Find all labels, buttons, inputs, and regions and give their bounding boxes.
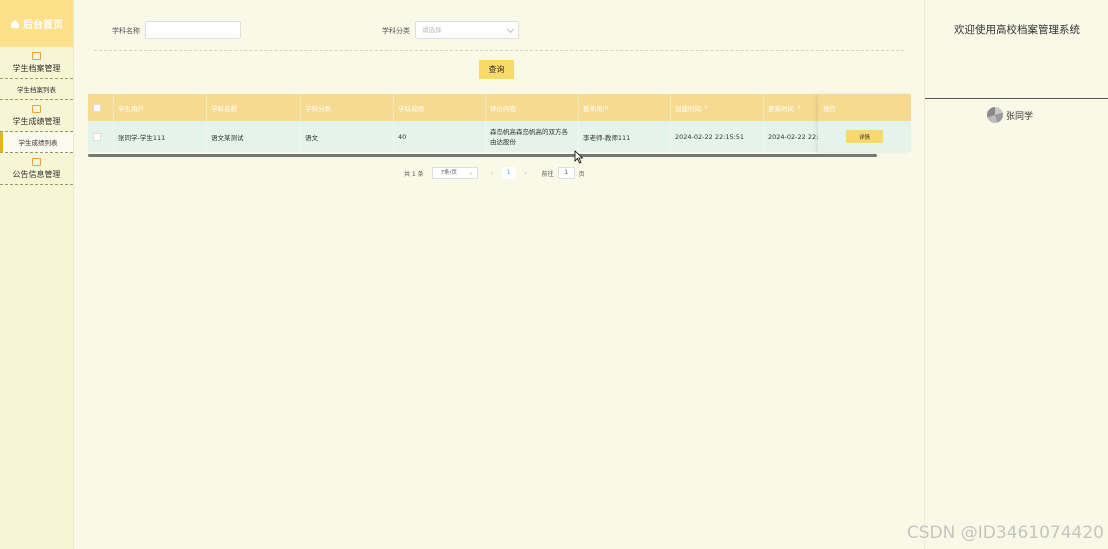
sort-icon[interactable]: ⇕ xyxy=(704,105,708,111)
action-column: 操作 详情 xyxy=(818,94,911,152)
pagination: 共 1 条 7条/页 ⌄ ‹ 1 › 前往 1 页 xyxy=(404,166,585,180)
chevron-down-icon xyxy=(506,25,515,34)
col-subject-type: 学科分类 xyxy=(300,94,393,121)
goto-page-input[interactable]: 1 xyxy=(557,167,575,179)
cell-comment: 森岛帆高森岛帆高的双方各 由达股份 xyxy=(485,121,578,152)
sidebar-item-archive-list[interactable]: 学生档案列表 xyxy=(0,79,73,100)
col-action: 操作 xyxy=(818,94,911,121)
subject-name-label: 学科名称 xyxy=(112,27,140,35)
data-table: 学生用户 学科名称 学科分类 学科成绩 评价内容 教师用户 创建时间 ⇕ 更新时间… xyxy=(88,94,911,157)
right-panel: 欢迎使用高校档案管理系统 张同学 xyxy=(924,0,1108,549)
filter-row: 学科名称 学科分类 请选择 xyxy=(74,20,924,40)
subject-type-placeholder: 请选择 xyxy=(422,26,442,34)
cursor-icon xyxy=(574,150,584,164)
divider xyxy=(925,98,1108,99)
sidebar-home[interactable]: 后台首页 xyxy=(0,0,73,47)
welcome-text: 欢迎使用高校档案管理系统 xyxy=(954,24,1080,36)
folder-icon xyxy=(32,105,41,113)
subject-type-label: 学科分类 xyxy=(382,27,410,35)
next-page-icon[interactable]: › xyxy=(520,169,532,177)
prev-page-icon[interactable]: ‹ xyxy=(486,169,498,177)
folder-icon xyxy=(32,52,41,60)
page-number[interactable]: 1 xyxy=(501,167,516,179)
detail-button[interactable]: 详情 xyxy=(846,130,883,143)
sidebar-group-student-archive[interactable]: 学生档案管理 xyxy=(0,47,73,79)
col-created-label: 创建时间 xyxy=(675,104,701,113)
sidebar-item-score-list[interactable]: 学生成绩列表 xyxy=(0,132,73,153)
table-row[interactable]: 张同学-学生111 语文某测试 语文 40 森岛帆高森岛帆高的双方各 由达股份 … xyxy=(88,121,911,152)
pagination-total: 共 1 条 xyxy=(404,170,424,178)
sort-icon[interactable]: ⇕ xyxy=(797,105,801,111)
sidebar-group-label: 学生档案管理 xyxy=(12,64,61,73)
cell-teacher: 李老师-教师111 xyxy=(578,121,670,152)
col-subject-name: 学科名称 xyxy=(206,94,300,121)
cell-score: 40 xyxy=(393,121,485,152)
query-button[interactable]: 查询 xyxy=(479,60,514,79)
table-header: 学生用户 学科名称 学科分类 学科成绩 评价内容 教师用户 创建时间 ⇕ 更新时间… xyxy=(88,94,911,121)
cell-subject-type: 语文 xyxy=(300,121,393,152)
watermark: CSDN @ID3461074420 xyxy=(906,523,1104,543)
user-info[interactable]: 张同学 xyxy=(987,107,1033,123)
col-teacher: 教师用户 xyxy=(578,94,670,121)
sidebar-group-score[interactable]: 学生成绩管理 xyxy=(0,100,73,132)
col-score: 学科成绩 xyxy=(393,94,485,121)
cell-created: 2024-02-22 22:15:51 xyxy=(670,121,763,152)
select-all-checkbox-cell[interactable] xyxy=(88,94,113,121)
col-student: 学生用户 xyxy=(113,94,206,121)
subject-type-select[interactable]: 请选择 xyxy=(415,21,519,39)
user-name: 张同学 xyxy=(1006,111,1034,122)
action-cell: 详情 xyxy=(818,121,911,152)
sidebar: 后台首页 学生档案管理 学生档案列表 学生成绩管理 学生成绩列表 公告信息管理 xyxy=(0,0,74,549)
sidebar-group-label: 公告信息管理 xyxy=(12,170,61,179)
row-checkbox-cell[interactable] xyxy=(88,121,113,152)
home-icon xyxy=(11,19,19,28)
col-comment: 评价内容 xyxy=(485,94,578,121)
subject-name-input[interactable] xyxy=(145,21,241,39)
main-content: 学科名称 学科分类 请选择 查询 学生用户 学科名称 学科分类 学科成绩 评价内… xyxy=(74,0,924,549)
row-checkbox[interactable] xyxy=(93,132,101,141)
col-created[interactable]: 创建时间 ⇕ xyxy=(670,94,763,121)
horizontal-scrollbar[interactable] xyxy=(88,154,877,157)
select-all-checkbox[interactable] xyxy=(93,103,101,112)
chevron-down-icon: ⌄ xyxy=(468,169,474,176)
goto-prefix: 前往 xyxy=(541,170,554,178)
divider xyxy=(94,50,904,51)
avatar xyxy=(987,107,1003,123)
sidebar-home-label: 后台首页 xyxy=(23,20,63,31)
col-updated-label: 更新时间 xyxy=(768,104,794,113)
cell-subject-name: 语文某测试 xyxy=(206,121,300,152)
folder-icon xyxy=(32,158,41,166)
page-size-select[interactable]: 7条/页 ⌄ xyxy=(431,167,478,179)
sidebar-group-notice[interactable]: 公告信息管理 xyxy=(0,153,73,185)
page-size-value: 7条/页 xyxy=(440,170,457,176)
goto-suffix: 页 xyxy=(578,170,585,178)
cell-student: 张同学-学生111 xyxy=(113,121,206,152)
sidebar-group-label: 学生成绩管理 xyxy=(12,117,61,126)
